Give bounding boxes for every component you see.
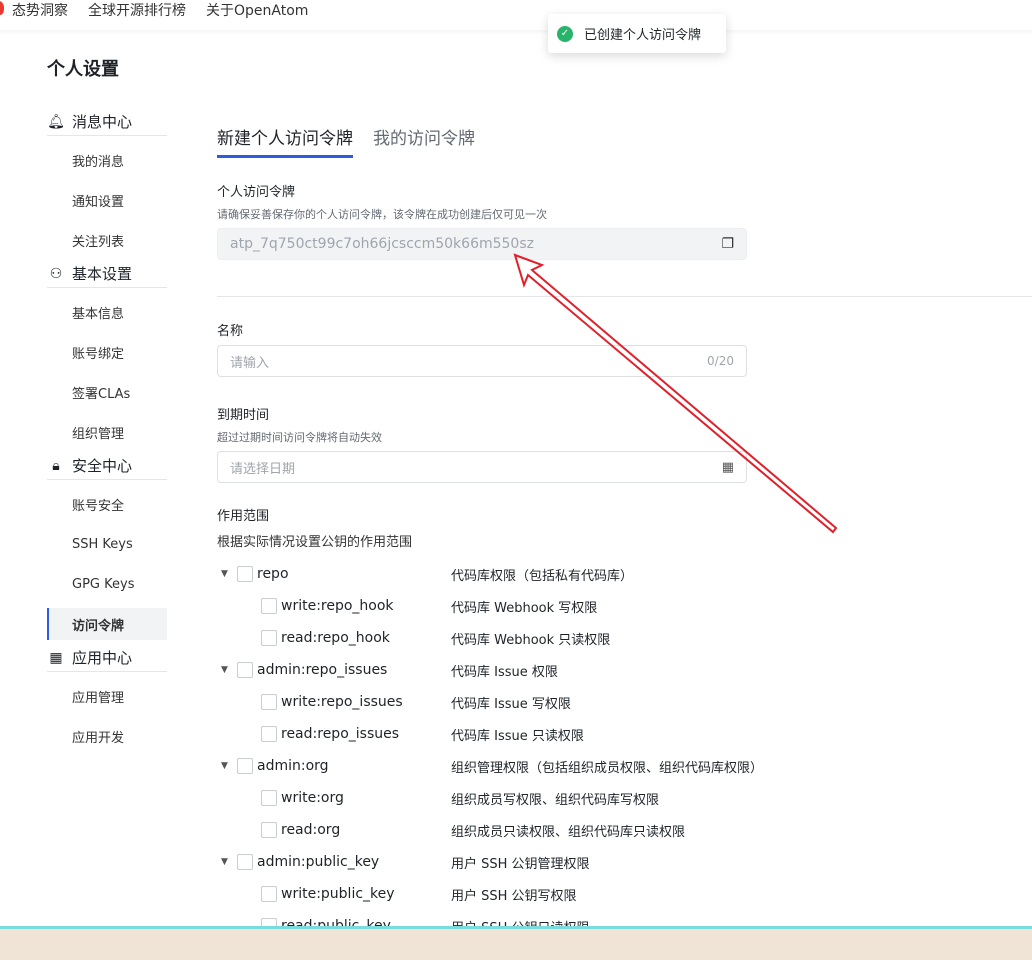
bottom-bar — [0, 926, 1032, 960]
annotation-arrow — [513, 253, 838, 534]
